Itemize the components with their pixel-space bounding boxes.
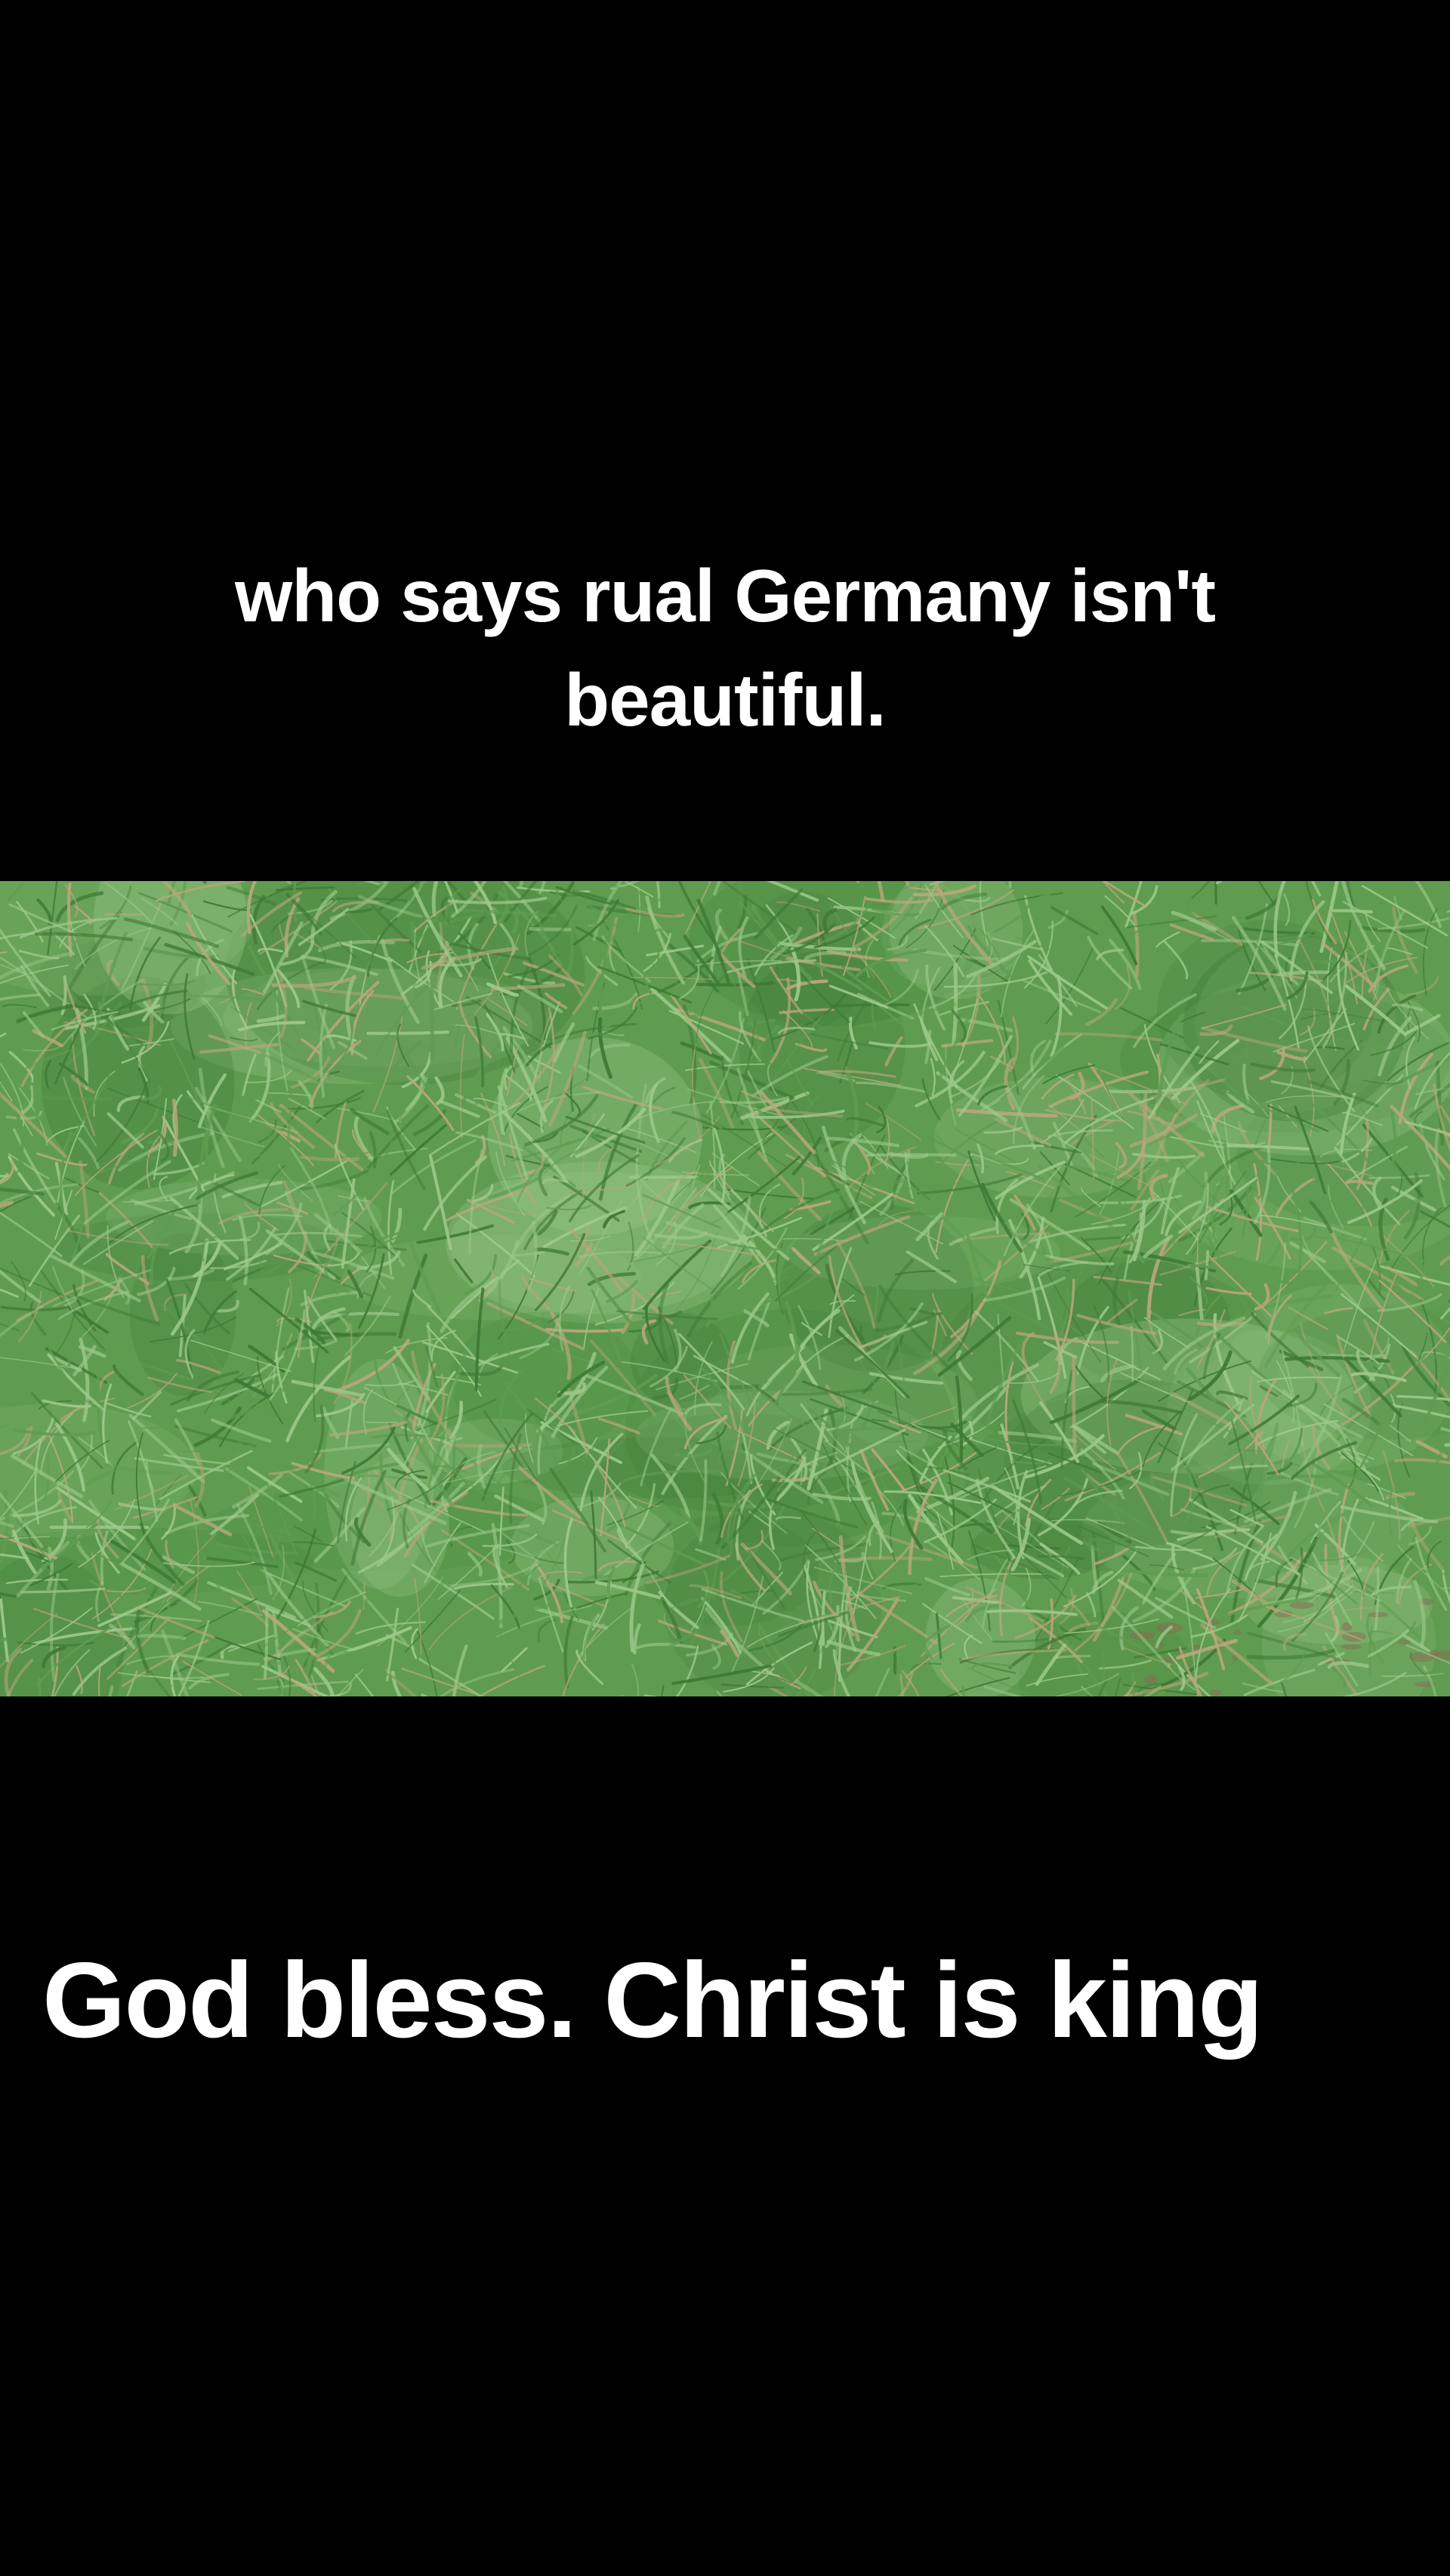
video-frame[interactable] [0,881,1450,1696]
top-caption: who says rual Germany isn't beautiful. [0,544,1450,752]
grass-image [0,881,1450,1696]
bottom-caption: God bless. Christ is king [42,1940,1263,2060]
top-caption-line-2: beautiful. [564,658,887,741]
top-caption-line-1: who says rual Germany isn't [234,554,1216,637]
